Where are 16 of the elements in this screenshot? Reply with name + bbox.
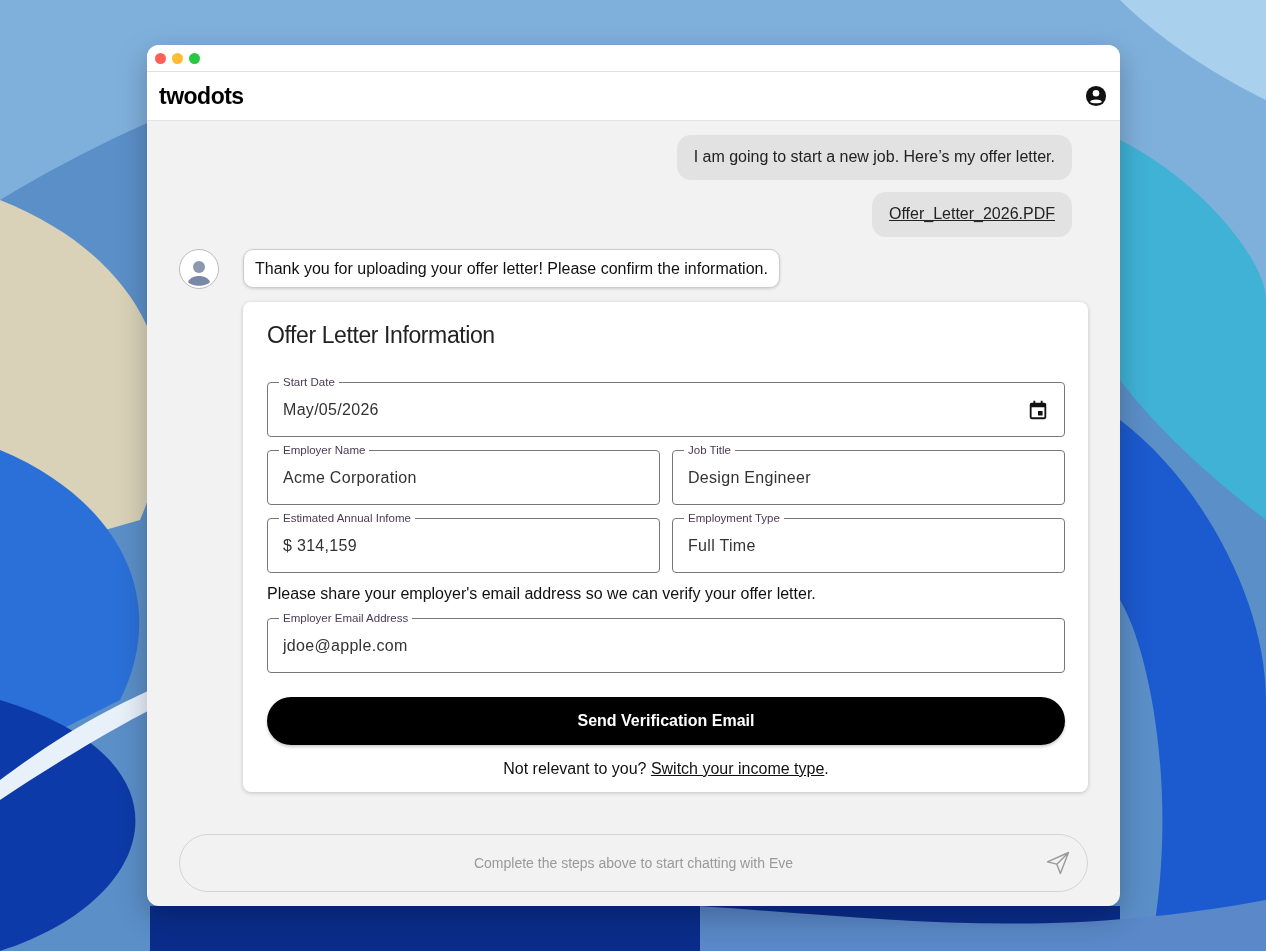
send-icon[interactable]	[1044, 849, 1072, 877]
file-attachment-link[interactable]: Offer_Letter_2026.PDF	[871, 192, 1072, 237]
send-verification-button[interactable]: Send Verification Email	[267, 697, 1065, 745]
assistant-message: Thank you for uploading your offer letter! Please confirm the information.	[243, 249, 780, 288]
form-title: Offer Letter Information	[267, 322, 496, 349]
instruction-text: Please share your employer's email address so we can verify your offer letter.	[267, 585, 817, 603]
income-type-note: Not relevant to you? Switch your income type.	[502, 760, 830, 778]
app-logo[interactable]: twodots	[159, 82, 244, 110]
account-icon[interactable]	[1085, 85, 1107, 107]
calendar-icon[interactable]	[1027, 398, 1049, 421]
minimize-button[interactable]	[172, 52, 183, 64]
assistant-avatar-icon	[179, 249, 219, 289]
switch-income-link[interactable]: Switch your income type	[650, 760, 825, 777]
close-button[interactable]	[155, 52, 166, 64]
user-message: I am going to start a new job. Here’s my offer letter.	[676, 135, 1072, 180]
maximize-button[interactable]	[189, 52, 200, 64]
